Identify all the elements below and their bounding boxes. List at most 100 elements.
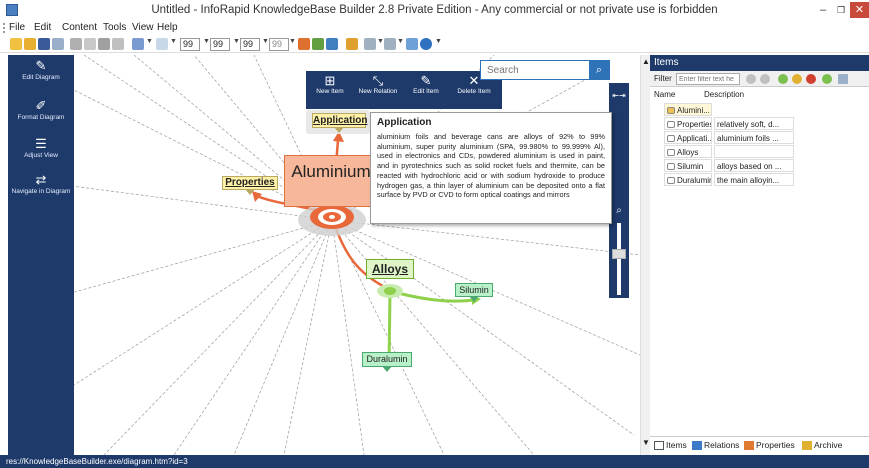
node-duralumin[interactable]: Duralumin [362,352,412,372]
filter-list-icon[interactable] [760,74,770,84]
search-input[interactable] [481,61,589,79]
zoom-search-icon[interactable]: ⌕ [611,203,627,219]
fit-to-window-icon[interactable]: ⇤⇥ [611,88,627,104]
scroll-up-icon[interactable]: ▲ [642,57,650,66]
column-name[interactable]: Name [654,90,675,99]
item-description: alloys based on ... [714,159,794,172]
edit-diagram-button[interactable]: ✎ Edit Diagram [8,57,74,97]
format-diagram-label: Format Diagram [17,114,65,121]
new-document-icon[interactable] [10,38,22,50]
filter-bar: Filter [650,71,869,87]
help-icon[interactable] [420,38,432,50]
item-name-text: Duralumin [677,176,712,185]
navigate-diagram-button[interactable]: ⇄ Navigate in Diagram [8,171,74,211]
status-bar: res://KnowledgeBaseBuilder.exe/diagram.h… [0,455,869,468]
tab-archive[interactable]: Archive [802,440,842,450]
filter-input[interactable] [676,73,740,85]
zoom-out-icon[interactable] [384,38,396,50]
minimize-button[interactable]: – [813,2,833,18]
zoom-in-icon[interactable] [364,38,376,50]
shape-icon[interactable] [132,38,144,50]
items-panel-tabs: Items Relations Properties Archive [650,436,869,455]
copy-icon[interactable] [84,38,96,50]
export-icon[interactable] [822,74,832,84]
print-icon[interactable] [52,38,64,50]
chevron-down-icon[interactable]: ▼ [170,38,177,45]
item-name: Duralumin [664,173,712,186]
node-properties[interactable]: Properties [222,176,278,195]
new-relation-icon: ⤡ [372,73,384,88]
settings-icon[interactable] [838,74,848,84]
format-diagram-button[interactable]: ✐ Format Diagram [8,97,74,137]
column-description[interactable]: Description [704,90,744,99]
maximize-button[interactable]: ❐ [833,2,849,18]
paste-icon[interactable] [98,38,110,50]
save-icon[interactable] [38,38,50,50]
network-icon[interactable] [326,38,338,50]
edit-item-icon: ✎ [420,73,432,88]
cut-icon[interactable] [70,38,82,50]
node-alloys[interactable]: Alloys [366,259,414,279]
node-application-pointer [334,127,344,133]
tab-relations-label: Relations [704,440,740,450]
filter-tree-icon[interactable] [746,74,756,84]
zoom-slider-thumb[interactable] [612,249,626,259]
menu-content[interactable]: Content [62,22,97,33]
chevron-down-icon[interactable]: ▼ [435,38,442,45]
zoom-slider-track[interactable] [617,223,621,295]
close-button[interactable]: ✕ [850,2,869,18]
tab-relations[interactable]: Relations [692,440,739,450]
item-icon [667,163,675,170]
node-silumin-pointer [469,296,479,302]
add-filter-icon[interactable] [778,74,788,84]
menu-help[interactable]: Help [157,22,178,33]
chevron-down-icon[interactable]: ▼ [146,38,153,45]
tree-icon[interactable] [312,38,324,50]
refresh-icon[interactable] [792,74,802,84]
spacing-field[interactable]: 99 [269,38,289,51]
chevron-down-icon[interactable]: ▼ [377,38,384,45]
new-relation-button[interactable]: ⤡ New Relation [354,71,402,109]
format-icon[interactable] [112,38,124,50]
items-tab-icon [654,441,664,450]
width-field[interactable]: 99 [210,38,230,51]
scroll-down-icon[interactable]: ▼ [642,438,650,447]
node-application[interactable]: Application [312,113,368,133]
menu-view[interactable]: View [132,22,154,33]
fullscreen-icon[interactable] [406,38,418,50]
open-folder-icon[interactable] [24,38,36,50]
remove-filter-icon[interactable] [806,74,816,84]
chevron-down-icon[interactable]: ▼ [233,38,240,45]
highlight-icon[interactable] [346,38,358,50]
search-icon[interactable]: ⌕ [589,61,609,79]
new-item-icon: ⊞ [324,73,336,88]
navigate-icon: ⇄ [35,172,47,187]
edit-item-button[interactable]: ✎ Edit Item [402,71,450,109]
chevron-down-icon[interactable]: ▼ [397,38,404,45]
diagram-canvas[interactable]: Aluminium Application Properties Alloys … [74,55,640,455]
font-size-field[interactable]: 99 [180,38,200,51]
new-item-label: New Item [316,88,344,95]
layout-icon[interactable] [298,38,310,50]
adjust-view-button[interactable]: ☰ Adjust View [8,135,74,175]
new-item-button[interactable]: ⊞ New Item [306,71,354,109]
adjust-view-label: Adjust View [24,152,58,159]
canvas-scrollbar[interactable]: ▲ ▼ [640,55,650,455]
node-silumin[interactable]: Silumin [455,283,493,302]
chevron-down-icon[interactable]: ▼ [203,38,210,45]
menu-file[interactable]: File [9,22,25,33]
chevron-down-icon[interactable]: ▼ [262,38,269,45]
node-aluminium[interactable]: Aluminium [284,155,378,207]
node-application-label: Application [313,115,368,126]
menu-edit[interactable]: Edit [34,22,51,33]
item-icon [667,121,675,128]
item-icon [667,135,675,142]
height-field[interactable]: 99 [240,38,260,51]
chevron-down-icon[interactable]: ▼ [289,38,296,45]
link-icon[interactable] [156,38,168,50]
tab-items[interactable]: Items [654,440,687,450]
tab-properties[interactable]: Properties [744,440,795,450]
edit-item-label: Edit Item [413,88,439,95]
menu-tools[interactable]: Tools [103,22,126,33]
item-name-text: Alumini... [677,106,710,115]
